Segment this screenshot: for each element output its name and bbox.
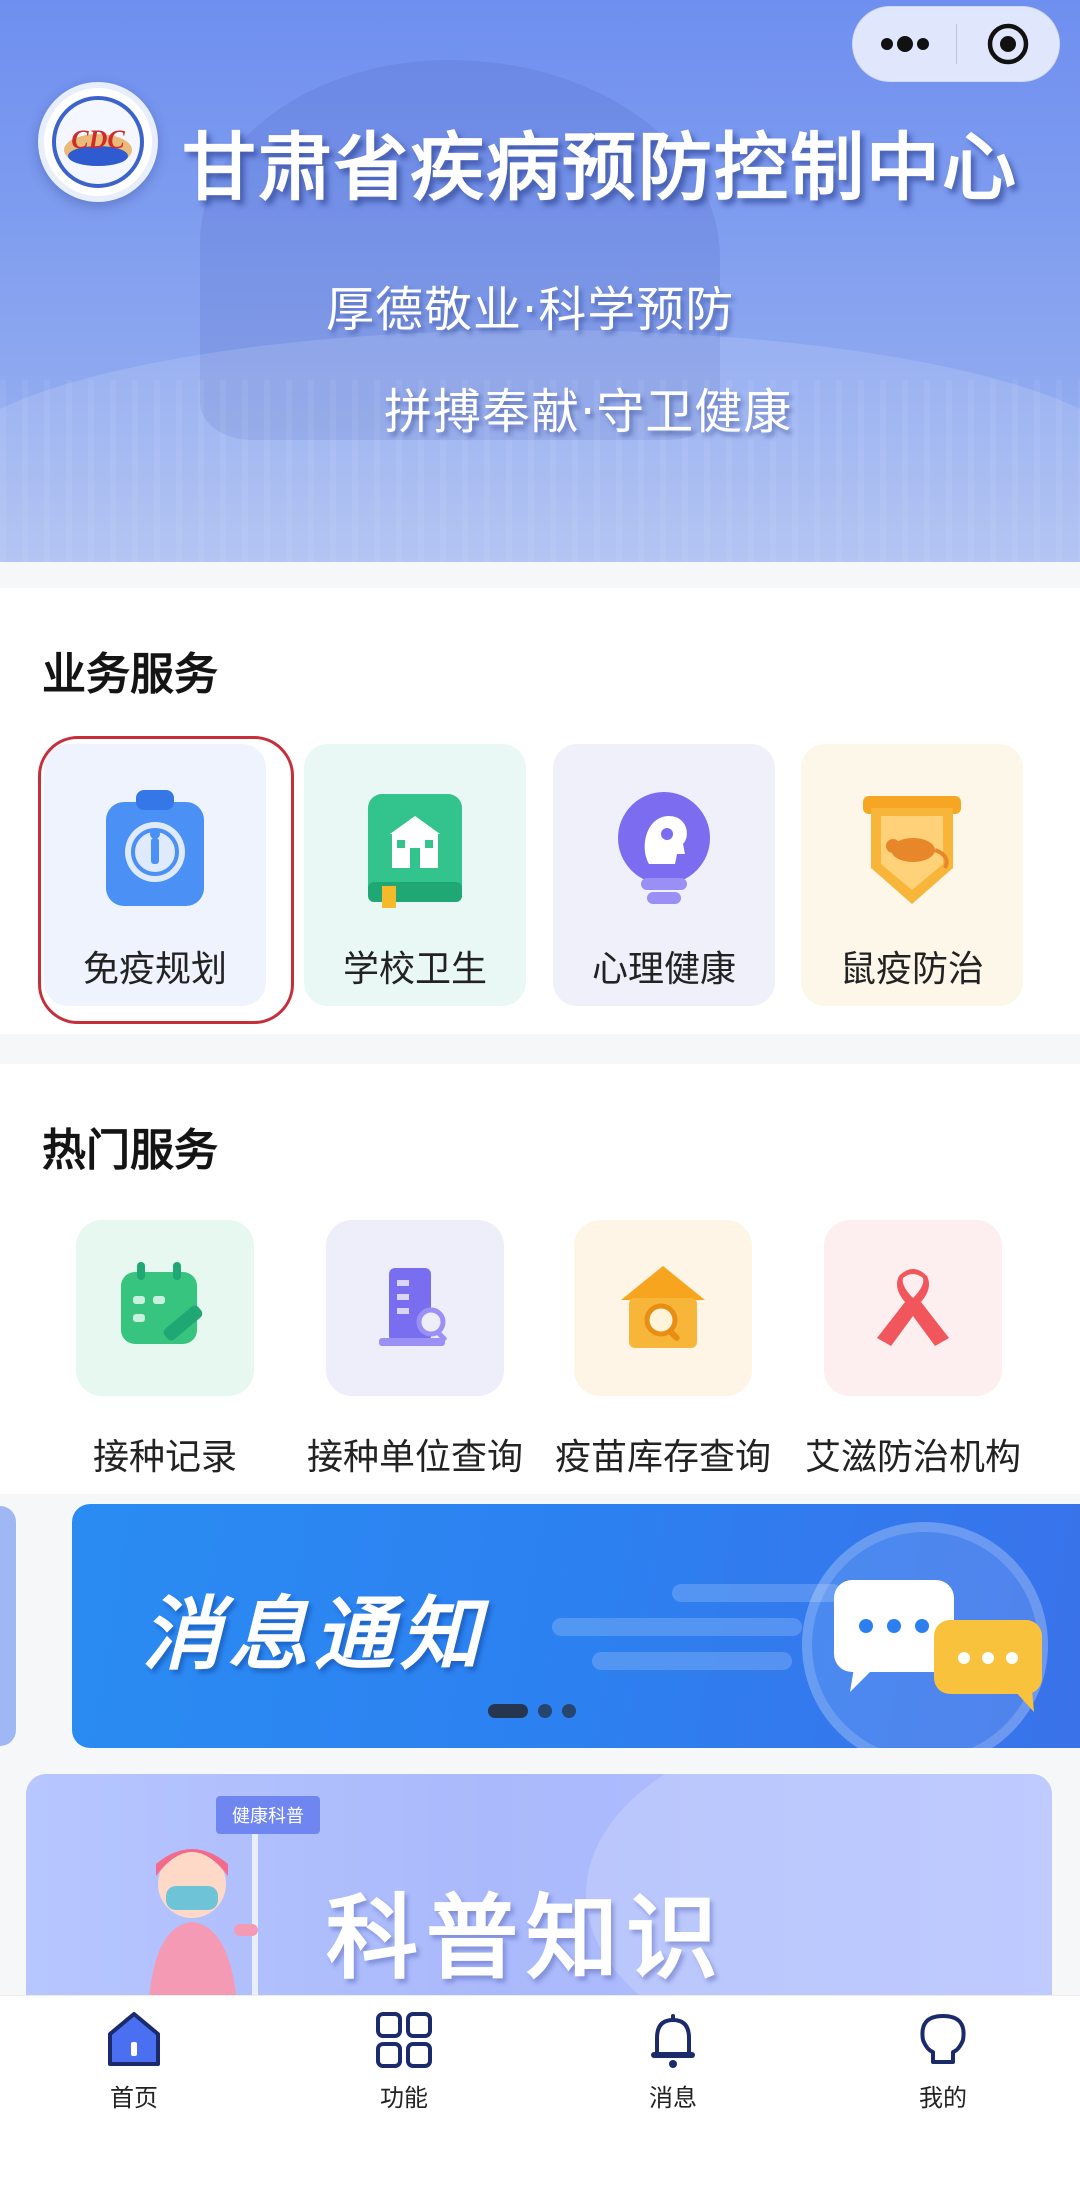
org-name: 甘肃省疾病预防控制中心 <box>182 125 1018 211</box>
calendar-syringe-icon <box>121 1262 203 1344</box>
bottom-tab-bar: 首页 功能 消息 我的 <box>0 1995 1080 2195</box>
decor-lines <box>552 1584 842 1686</box>
service-plague-control[interactable]: 鼠疫防治 <box>801 744 1023 1006</box>
close-miniprogram-button[interactable] <box>957 6 1059 82</box>
cdc-logo: CDC <box>38 82 158 202</box>
hot-vaccination-site-search[interactable]: 接种单位查询 <box>290 1220 540 1480</box>
chat-bubbles-icon <box>834 1580 1042 1712</box>
home-icon <box>102 2008 166 2072</box>
service-label: 心理健康 <box>591 949 736 990</box>
target-circle-icon <box>987 23 1029 65</box>
notice-title: 消息通知 <box>142 1588 486 1681</box>
tab-label: 消息 <box>649 2084 697 2112</box>
tab-label: 功能 <box>380 2084 428 2112</box>
clipboard-icon <box>95 786 215 910</box>
carousel-previous-slide-peek[interactable] <box>0 1506 16 1746</box>
service-immunization[interactable]: 免疫规划 <box>44 744 266 1006</box>
science-knowledge-banner[interactable]: 健康科普 科普知识 <box>26 1774 1052 2004</box>
hot-vaccination-records[interactable]: 接种记录 <box>40 1220 290 1480</box>
more-button[interactable] <box>853 6 956 82</box>
science-sign: 健康科普 <box>216 1796 320 1834</box>
slogan-line-2: 拼搏奉献·守卫健康 <box>384 384 793 440</box>
more-dots-icon <box>880 36 929 52</box>
tab-profile[interactable]: 我的 <box>843 2008 1043 2118</box>
nurse-illustration-icon <box>148 1834 258 2004</box>
miniprogram-capsule <box>852 6 1060 82</box>
carousel-indicator <box>488 1704 576 1718</box>
service-label: 鼠疫防治 <box>839 949 984 990</box>
tab-label: 我的 <box>919 2084 967 2112</box>
service-mental-health[interactable]: 心理健康 <box>553 744 775 1006</box>
hot-aids-institutions[interactable]: 艾滋防治机构 <box>788 1220 1038 1480</box>
section-title: 业务服务 <box>42 649 218 700</box>
service-school-health[interactable]: 学校卫生 <box>304 744 526 1006</box>
cdc-emblem-icon: CDC <box>52 96 144 188</box>
carousel-dot[interactable] <box>538 1704 552 1718</box>
house-search-icon <box>621 1266 705 1348</box>
business-services-section: 业务服务 免疫规划 学校卫生 心理健康 鼠疫防治 <box>0 588 1080 1034</box>
bell-icon <box>641 2008 705 2072</box>
slogan-line-1: 厚德敬业·科学预防 <box>326 282 735 338</box>
hot-tile <box>76 1220 254 1396</box>
hot-tile <box>574 1220 752 1396</box>
hot-services-section: 热门服务 接种记录 接种单位查询 疫苗库存查询 艾滋防治机构 <box>0 1064 1080 1494</box>
hot-label: 艾滋防治机构 <box>804 1437 1021 1478</box>
hot-label: 疫苗库存查询 <box>554 1437 771 1478</box>
tab-home[interactable]: 首页 <box>34 2008 234 2118</box>
hot-tile <box>326 1220 504 1396</box>
science-title: 科普知识 <box>326 1885 727 1992</box>
carousel-dot-active[interactable] <box>488 1704 528 1718</box>
service-label: 免疫规划 <box>82 949 227 990</box>
service-label: 学校卫生 <box>342 949 487 990</box>
hot-tile <box>824 1220 1002 1396</box>
notice-banner[interactable]: 消息通知 <box>72 1504 1080 1748</box>
header-banner: CDC 甘肃省疾病预防控制中心 厚德敬业·科学预防 拼搏奉献·守卫健康 <box>0 0 1080 562</box>
rat-shield-icon <box>852 786 972 910</box>
head-bulb-icon <box>604 786 724 910</box>
carousel-dot[interactable] <box>562 1704 576 1718</box>
red-ribbon-icon <box>877 1269 949 1346</box>
hot-label: 接种记录 <box>92 1437 237 1478</box>
section-title: 热门服务 <box>42 1125 218 1176</box>
school-book-icon <box>355 786 475 910</box>
tab-label: 首页 <box>110 2084 158 2112</box>
svg-text:CDC: CDC <box>71 125 125 154</box>
tab-messages[interactable]: 消息 <box>573 2008 773 2118</box>
hot-vaccine-stock-search[interactable]: 疫苗库存查询 <box>538 1220 788 1480</box>
hot-label: 接种单位查询 <box>306 1437 523 1478</box>
user-icon <box>911 2008 975 2072</box>
building-search-icon <box>379 1268 447 1346</box>
grid-icon <box>372 2008 436 2072</box>
tab-functions[interactable]: 功能 <box>304 2008 504 2118</box>
